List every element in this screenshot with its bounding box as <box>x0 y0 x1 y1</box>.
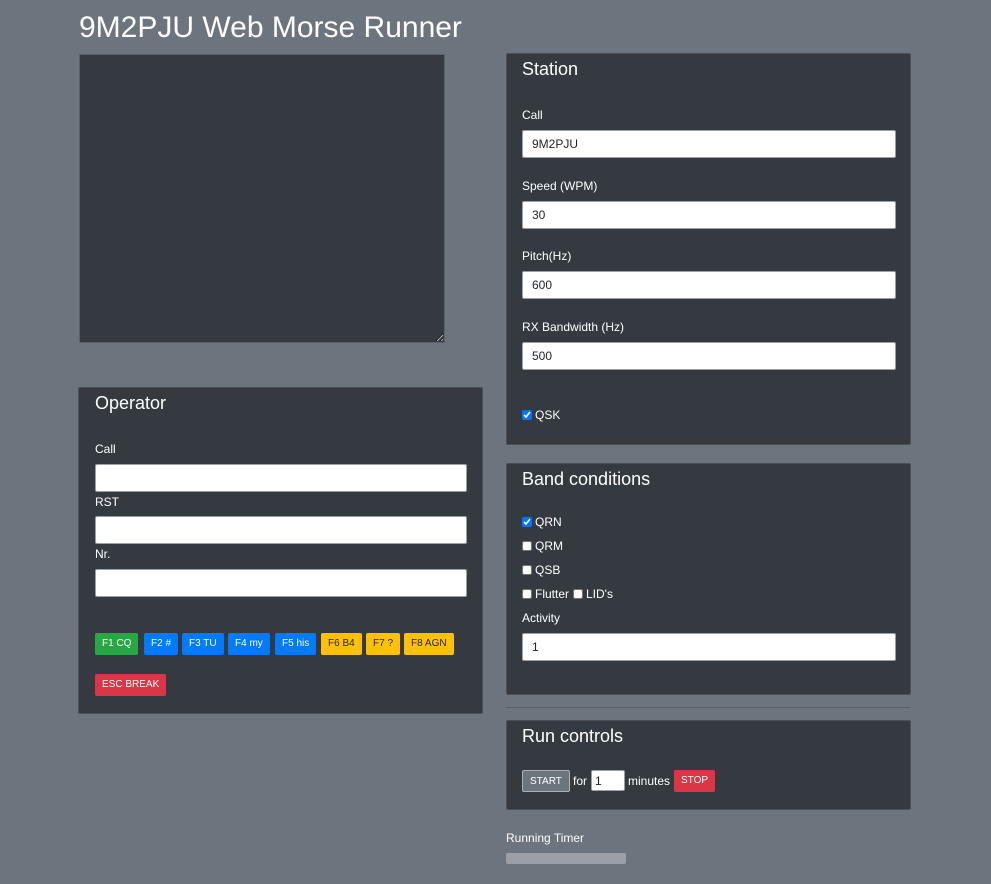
bandwidth-label: RX Bandwidth (Hz) <box>522 320 625 334</box>
operator-nr-label: Nr. <box>95 547 111 561</box>
operator-rst-label: RST <box>95 495 119 509</box>
f2-number-button[interactable]: F2 # <box>144 633 179 655</box>
qsb-checkbox[interactable] <box>522 565 532 575</box>
qrn-label: QRN <box>535 515 562 529</box>
run-controls-heading: Run controls <box>522 726 624 746</box>
for-label: for <box>573 774 588 788</box>
qsk-label: QSK <box>535 408 561 422</box>
f4-my-button[interactable]: F4 my <box>228 633 270 655</box>
run-controls-panel: Run controls START for minutes STOP <box>506 720 911 810</box>
lids-checkbox[interactable] <box>573 589 583 599</box>
qrm-option[interactable]: QRM <box>522 539 563 553</box>
start-button[interactable]: START <box>522 770 570 792</box>
pitch-input[interactable] <box>522 271 896 299</box>
station-call-label: Call <box>522 108 543 122</box>
minutes-input[interactable] <box>591 770 625 791</box>
minutes-label: minutes <box>628 774 671 788</box>
divider <box>506 707 910 708</box>
qrm-checkbox[interactable] <box>522 541 532 551</box>
activity-input[interactable] <box>522 633 896 661</box>
operator-rst-input[interactable] <box>95 516 467 544</box>
station-panel: Station Call Speed (WPM) Pitch(Hz) RX Ba… <box>506 53 911 445</box>
stop-button[interactable]: STOP <box>674 770 716 792</box>
pitch-label: Pitch(Hz) <box>522 249 572 263</box>
f8-agn-button[interactable]: F8 AGN <box>404 633 454 655</box>
bandwidth-input[interactable] <box>522 342 896 370</box>
running-timer-label: Running Timer <box>506 831 585 845</box>
operator-heading: Operator <box>95 393 167 413</box>
operator-call-label: Call <box>95 442 116 456</box>
log-textarea[interactable] <box>79 54 445 343</box>
station-heading: Station <box>522 59 579 79</box>
station-call-input[interactable] <box>522 130 896 158</box>
qsb-option[interactable]: QSB <box>522 563 560 577</box>
lids-label: LID's <box>586 587 613 601</box>
f7-question-button[interactable]: F7 ? <box>366 633 401 655</box>
flutter-option[interactable]: Flutter <box>522 587 569 601</box>
band-conditions-heading: Band conditions <box>522 469 651 489</box>
operator-call-input[interactable] <box>95 464 467 492</box>
f1-cq-button[interactable]: F1 CQ <box>95 633 139 655</box>
qsk-option[interactable]: QSK <box>522 408 560 422</box>
operator-nr-input[interactable] <box>95 569 467 597</box>
qrn-option[interactable]: QRN <box>522 515 562 529</box>
band-conditions-panel: Band conditions QRN QRM QSB Flutter LID'… <box>506 463 911 695</box>
qrn-checkbox[interactable] <box>522 517 532 527</box>
flutter-label: Flutter <box>535 587 570 601</box>
f6-b4-button[interactable]: F6 B4 <box>321 633 362 655</box>
qsb-label: QSB <box>535 563 561 577</box>
activity-label: Activity <box>522 611 561 625</box>
operator-panel: Operator Call RST Nr. F1 CQ F2 # F3 TU F… <box>78 387 483 714</box>
lids-option[interactable]: LID's <box>573 587 613 601</box>
esc-break-button[interactable]: ESC BREAK <box>95 674 167 696</box>
qsk-checkbox[interactable] <box>522 410 532 420</box>
qrm-label: QRM <box>535 539 563 553</box>
page-title: 9M2PJU Web Morse Runner <box>79 11 462 44</box>
flutter-checkbox[interactable] <box>522 589 532 599</box>
speed-input[interactable] <box>522 201 896 229</box>
f5-his-button[interactable]: F5 his <box>275 633 317 655</box>
f3-tu-button[interactable]: F3 TU <box>182 633 224 655</box>
running-timer-bar <box>506 853 626 864</box>
speed-label: Speed (WPM) <box>522 179 598 193</box>
